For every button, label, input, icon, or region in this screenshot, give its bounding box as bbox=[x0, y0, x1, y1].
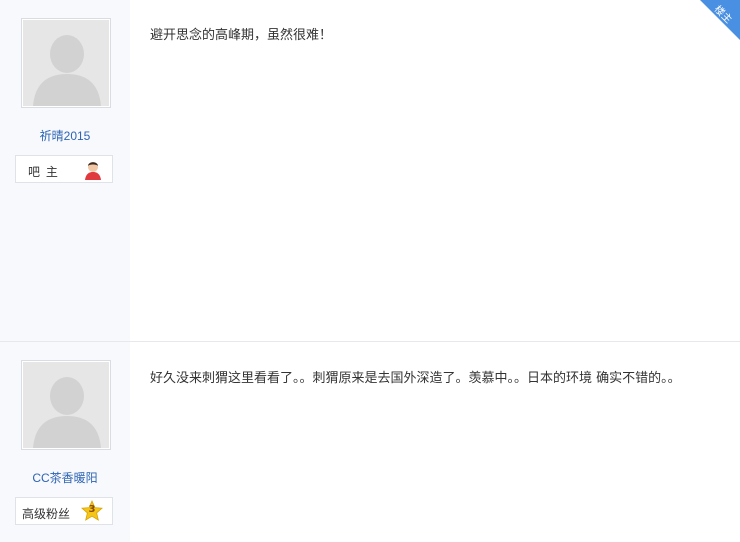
post-1-role-badge[interactable]: 吧 主 bbox=[15, 155, 113, 183]
post-1-author-panel: 祈晴2015 吧 主 bbox=[0, 0, 130, 341]
level-number: 3 bbox=[88, 504, 96, 515]
post-1-text: 避开思念的高峰期，虽然很难！ bbox=[150, 28, 333, 43]
post-2: CC茶香暖阳 高级粉丝 3 好久没来刺猬这里看看了。。刺猬原来是去国外深造了。羡… bbox=[0, 342, 740, 542]
post-2-avatar[interactable] bbox=[21, 360, 111, 450]
post-1-badge-label: 吧 主 bbox=[28, 165, 59, 179]
default-avatar-icon bbox=[23, 20, 109, 106]
post-2-badge-label: 高级粉丝 bbox=[22, 507, 71, 521]
post-2-content-area: 好久没来刺猬这里看看了。。刺猬原来是去国外深造了。羡慕中。。日本的环境 确实不错… bbox=[130, 342, 740, 542]
bazhu-avatar-icon bbox=[82, 159, 104, 184]
post-1-username[interactable]: 祈晴2015 bbox=[0, 127, 130, 144]
level-star-icon: 3 bbox=[81, 500, 103, 522]
post-2-text: 好久没来刺猬这里看看了。。刺猬原来是去国外深造了。羡慕中。。日本的环境 确实不错… bbox=[150, 371, 681, 386]
post-2-fan-badge[interactable]: 高级粉丝 3 bbox=[15, 497, 113, 525]
post-1-content-area: 避开思念的高峰期，虽然很难！ 楼主 bbox=[130, 0, 740, 341]
floor-tag: 楼主 bbox=[700, 0, 740, 40]
post-1-avatar[interactable] bbox=[21, 18, 111, 108]
post-2-username[interactable]: CC茶香暖阳 bbox=[0, 469, 130, 486]
post-2-author-panel: CC茶香暖阳 高级粉丝 3 bbox=[0, 342, 130, 542]
default-avatar-icon bbox=[23, 362, 109, 448]
post-1: 祈晴2015 吧 主 避开思念的高峰期，虽然很难！ 楼主 bbox=[0, 0, 740, 341]
